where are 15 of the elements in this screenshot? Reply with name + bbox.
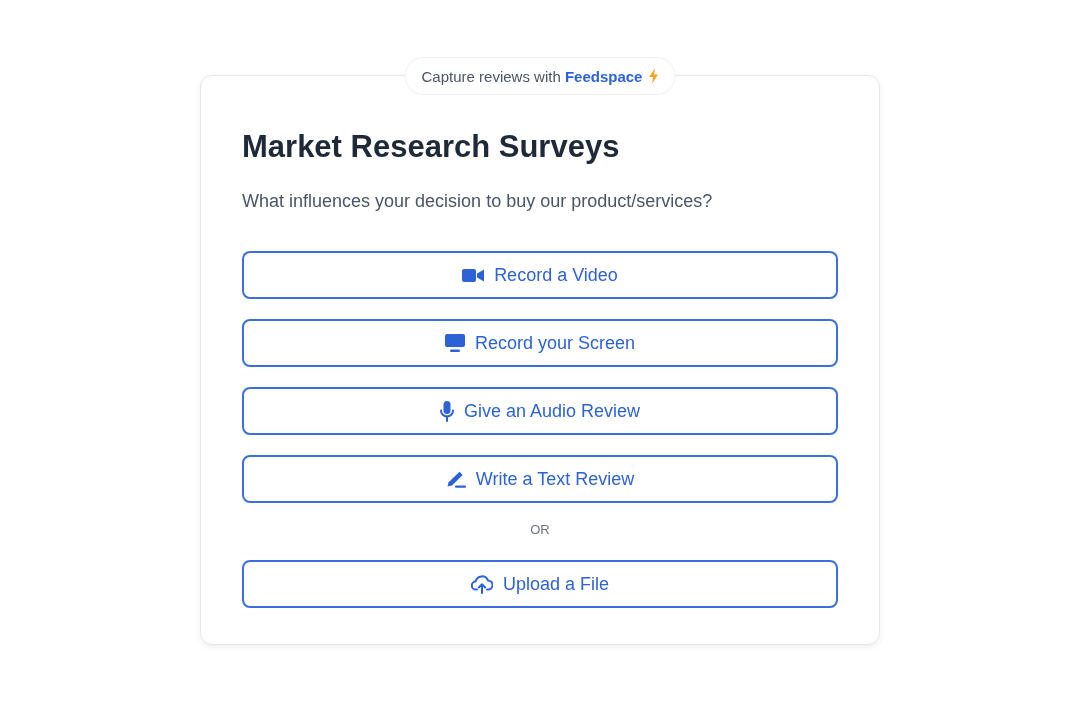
survey-title: Market Research Surveys [242, 128, 621, 166]
monitor-icon [444, 334, 465, 352]
response-option-button[interactable]: Give an Audio Review [242, 387, 838, 435]
upload-file-button[interactable]: Upload a File [242, 560, 838, 608]
badge-text: Capture reviews with Feedspace [421, 67, 643, 85]
response-option-button[interactable]: Record a Video [242, 251, 838, 299]
survey-question: What influences your decision to buy our product/services? [242, 190, 714, 213]
response-option-button[interactable]: Write a Text Review [242, 455, 838, 503]
lightning-bolt-icon [648, 68, 659, 84]
pen-icon [445, 470, 466, 488]
or-divider-text: OR [529, 522, 551, 538]
cloud-upload-icon [470, 574, 493, 594]
response-option-button[interactable]: Record your Screen [242, 319, 838, 367]
video-camera-icon [462, 268, 485, 282]
microphone-icon [439, 400, 454, 422]
